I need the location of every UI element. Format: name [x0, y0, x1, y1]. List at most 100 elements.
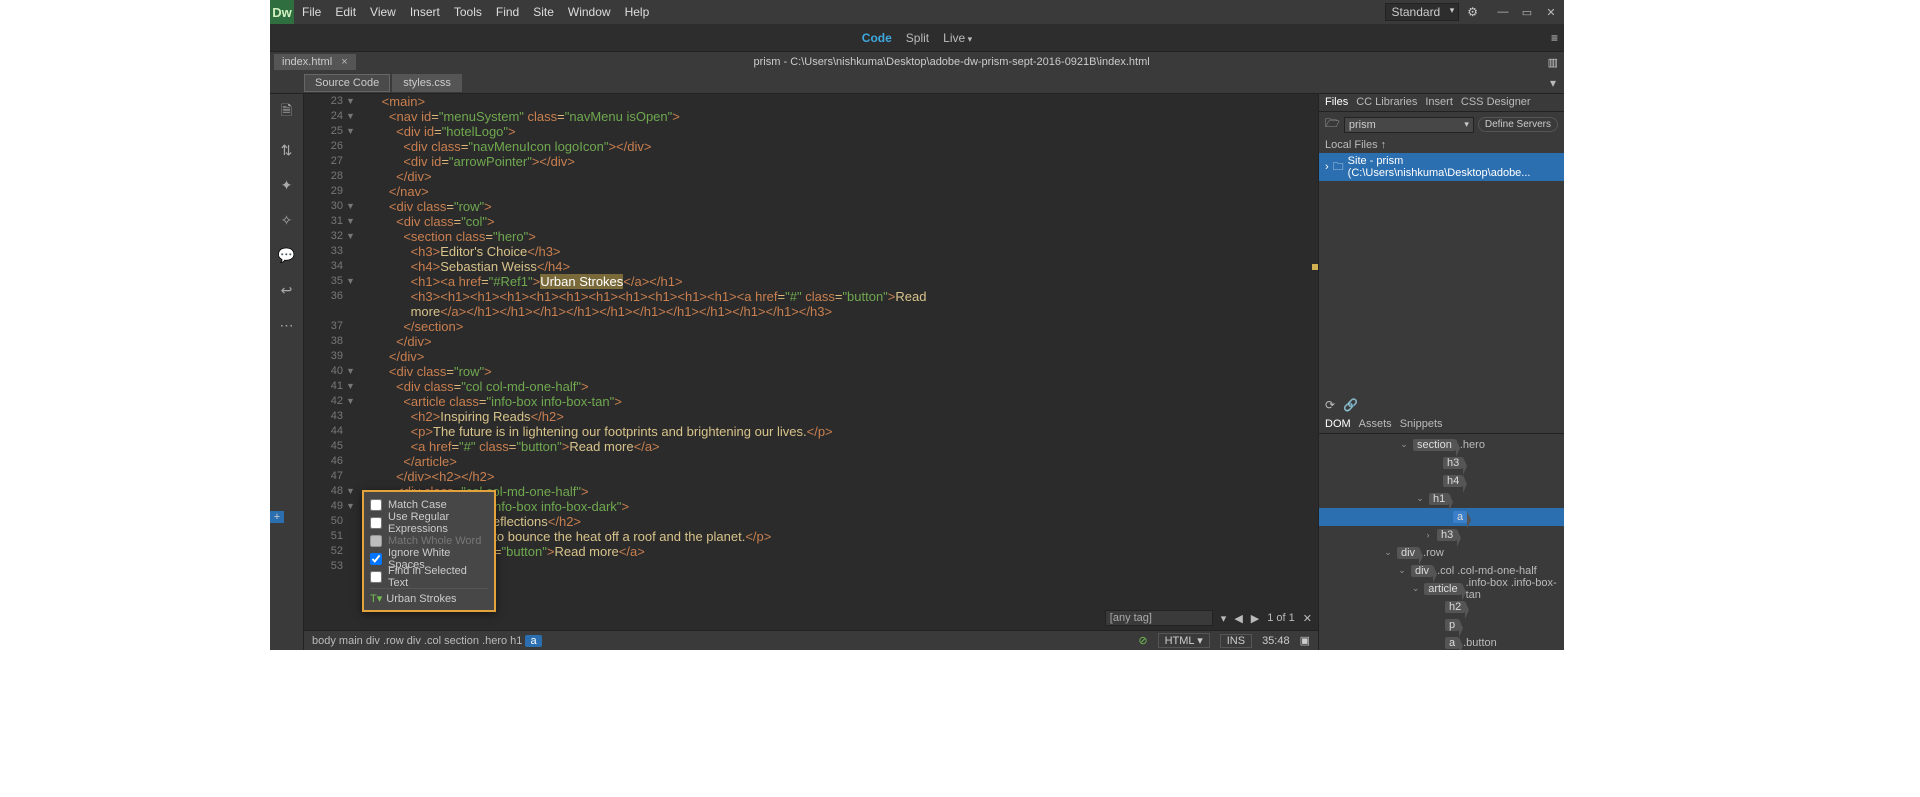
find-options-popup: Match Case Use Regular Expressions Match… [362, 490, 496, 612]
comment-icon[interactable]: 💬 [278, 247, 295, 264]
close-button[interactable]: ✕ [1544, 5, 1558, 19]
match-marker [1312, 264, 1318, 270]
panel-tab-insert[interactable]: Insert [1425, 96, 1453, 109]
panel-tab-files[interactable]: Files [1325, 96, 1348, 109]
tag-filter[interactable]: [any tag] [1105, 610, 1213, 626]
crumb-hero[interactable]: .hero [482, 635, 507, 647]
site-selector[interactable]: prism [1344, 117, 1474, 133]
crumb-div[interactable]: div [366, 635, 380, 647]
dom-tab-assets[interactable]: Assets [1359, 418, 1392, 431]
maximize-button[interactable]: ▭ [1520, 5, 1534, 19]
diff-icon[interactable]: ⇅ [281, 142, 293, 159]
file-management-icon[interactable]: 🗎 [281, 100, 292, 124]
menu-help[interactable]: Help [625, 5, 650, 19]
find-opt-use-regular-expressions[interactable]: Use Regular Expressions [370, 514, 488, 532]
code-body[interactable]: <main> <nav id="menuSystem" class="navMe… [360, 94, 1318, 604]
no-errors-icon: ⊘ [1138, 634, 1147, 647]
line-gutter: 23 ▼24 ▼25 ▼26 27 28 29 30 ▼31 ▼32 ▼33 3… [304, 94, 360, 604]
dom-tab-dom[interactable]: DOM [1325, 418, 1351, 431]
code-editor[interactable]: 23 ▼24 ▼25 ▼26 27 28 29 30 ▼31 ▼32 ▼33 3… [304, 94, 1318, 650]
find-bar-controls: [any tag] ▾ ◀ ▶ 1 of 1 ✕ [1105, 606, 1318, 630]
folder-icon: 🗀 [1333, 158, 1344, 177]
link-icon[interactable]: 🔗 [1343, 398, 1358, 412]
file-tab[interactable]: index.html × [274, 54, 356, 70]
crumb-body[interactable]: body [312, 635, 336, 647]
dom-node-article[interactable]: ⌄article .info-box .info-box-tan [1319, 580, 1564, 598]
status-bar: body main div .row div .col section .her… [304, 630, 1318, 650]
dom-node-section[interactable]: ⌄section .hero [1319, 436, 1564, 454]
crumb-col[interactable]: .col [424, 635, 441, 647]
tag-filter-dropdown-icon[interactable]: ▾ [1221, 612, 1227, 625]
crumb-h1[interactable]: h1 [510, 635, 522, 647]
source-code-tab[interactable]: Source Code [304, 74, 390, 92]
define-servers-button[interactable]: Define Servers [1478, 117, 1558, 132]
dom-tree[interactable]: ⌄section .heroh3h4⌄h1+a›h3⌄div .row⌄div … [1319, 434, 1564, 651]
insert-mode[interactable]: INS [1220, 634, 1252, 648]
match-count: 1 of 1 [1267, 612, 1295, 624]
close-tab-icon[interactable]: × [341, 56, 347, 68]
overview-icon[interactable]: ▣ [1300, 634, 1310, 647]
minimize-button[interactable]: — [1496, 5, 1510, 19]
workspace-switcher[interactable]: Standard [1385, 3, 1460, 21]
dom-node-a[interactable]: +a [1319, 508, 1564, 526]
wand-icon[interactable]: ✧ [281, 212, 293, 229]
cursor-position: 35:48 [1262, 635, 1290, 647]
panel-menu-icon[interactable]: ≡ [1551, 31, 1558, 45]
left-toolbar: 🗎 ⇅ ✦ ✧ 💬 ↩ ⋯ [270, 94, 304, 650]
find-mode-icon[interactable]: T▾ [370, 592, 382, 605]
language-indicator[interactable]: HTML ▾ [1158, 633, 1210, 648]
styles-css-tab[interactable]: styles.css [392, 74, 462, 92]
css-icon[interactable]: ✦ [281, 177, 293, 194]
app-logo: Dw [270, 0, 294, 24]
crumb-section[interactable]: section [444, 635, 479, 647]
document-bar: index.html × prism - C:\Users\nishkuma\D… [270, 52, 1564, 72]
crumb-row[interactable]: .row [383, 635, 404, 647]
menu-view[interactable]: View [370, 5, 396, 19]
dom-node-h3[interactable]: h3 [1319, 454, 1564, 472]
close-find-icon[interactable]: ✕ [1303, 612, 1312, 625]
filter-icon[interactable]: ▾ [1550, 76, 1556, 90]
view-code[interactable]: Code [862, 31, 892, 45]
local-files-header[interactable]: Local Files ↑ [1319, 137, 1564, 153]
find-input[interactable] [386, 593, 486, 605]
panel-tab-cc-libraries[interactable]: CC Libraries [1356, 96, 1417, 109]
crumb-a[interactable]: a [525, 635, 541, 647]
crumb-div[interactable]: div [407, 635, 421, 647]
sync-icon[interactable]: ⚙ [1467, 5, 1478, 19]
more-icon[interactable]: ⋯ [280, 317, 294, 334]
prev-match-icon[interactable]: ◀ [1234, 612, 1242, 625]
view-switcher: Code Split Live ≡ [270, 24, 1564, 52]
dom-node-h1[interactable]: ⌄h1 [1319, 490, 1564, 508]
site-folder-icon: 🗁 [1325, 114, 1340, 135]
menu-site[interactable]: Site [533, 5, 554, 19]
file-tab-label: index.html [282, 56, 332, 68]
dom-node-div[interactable]: ⌄div .row [1319, 544, 1564, 562]
next-match-icon[interactable]: ▶ [1251, 612, 1259, 625]
menu-window[interactable]: Window [568, 5, 611, 19]
menu-file[interactable]: File [302, 5, 321, 19]
site-root-item[interactable]: › 🗀 Site - prism (C:\Users\nishkuma\Desk… [1319, 153, 1564, 181]
dom-node-p[interactable]: p [1319, 616, 1564, 634]
right-panel: Files CC Libraries Insert CSS Designer 🗁 pr… [1318, 94, 1564, 650]
document-path: prism - C:\Users\nishkuma\Desktop\adobe-… [356, 56, 1548, 68]
menu-find[interactable]: Find [496, 5, 519, 19]
related-files-bar: Source Code styles.css ▾ [270, 72, 1564, 94]
wrap-icon[interactable]: ↩ [281, 282, 293, 299]
doc-options-icon[interactable]: ▥ [1548, 56, 1558, 69]
dreamweaver-window: Dw File Edit View Insert Tools Find Site Window… [270, 0, 1564, 650]
view-live[interactable]: Live [943, 31, 972, 45]
dom-node-h3[interactable]: ›h3 [1319, 526, 1564, 544]
view-split[interactable]: Split [906, 31, 929, 45]
dom-node-h4[interactable]: h4 [1319, 472, 1564, 490]
site-root-label: Site - prism (C:\Users\nishkuma\Desktop\… [1348, 155, 1558, 179]
menu-edit[interactable]: Edit [335, 5, 356, 19]
menu-insert[interactable]: Insert [410, 5, 440, 19]
find-opt-find-in-selected-text[interactable]: Find in Selected Text [370, 568, 488, 586]
dom-tab-snippets[interactable]: Snippets [1400, 418, 1443, 431]
expand-icon[interactable]: › [1325, 161, 1329, 173]
refresh-icon[interactable]: ⟳ [1325, 398, 1335, 412]
panel-tab-css-designer[interactable]: CSS Designer [1461, 96, 1531, 109]
menu-tools[interactable]: Tools [454, 5, 482, 19]
crumb-main[interactable]: main [339, 635, 363, 647]
dom-node-a[interactable]: a .button [1319, 634, 1564, 651]
